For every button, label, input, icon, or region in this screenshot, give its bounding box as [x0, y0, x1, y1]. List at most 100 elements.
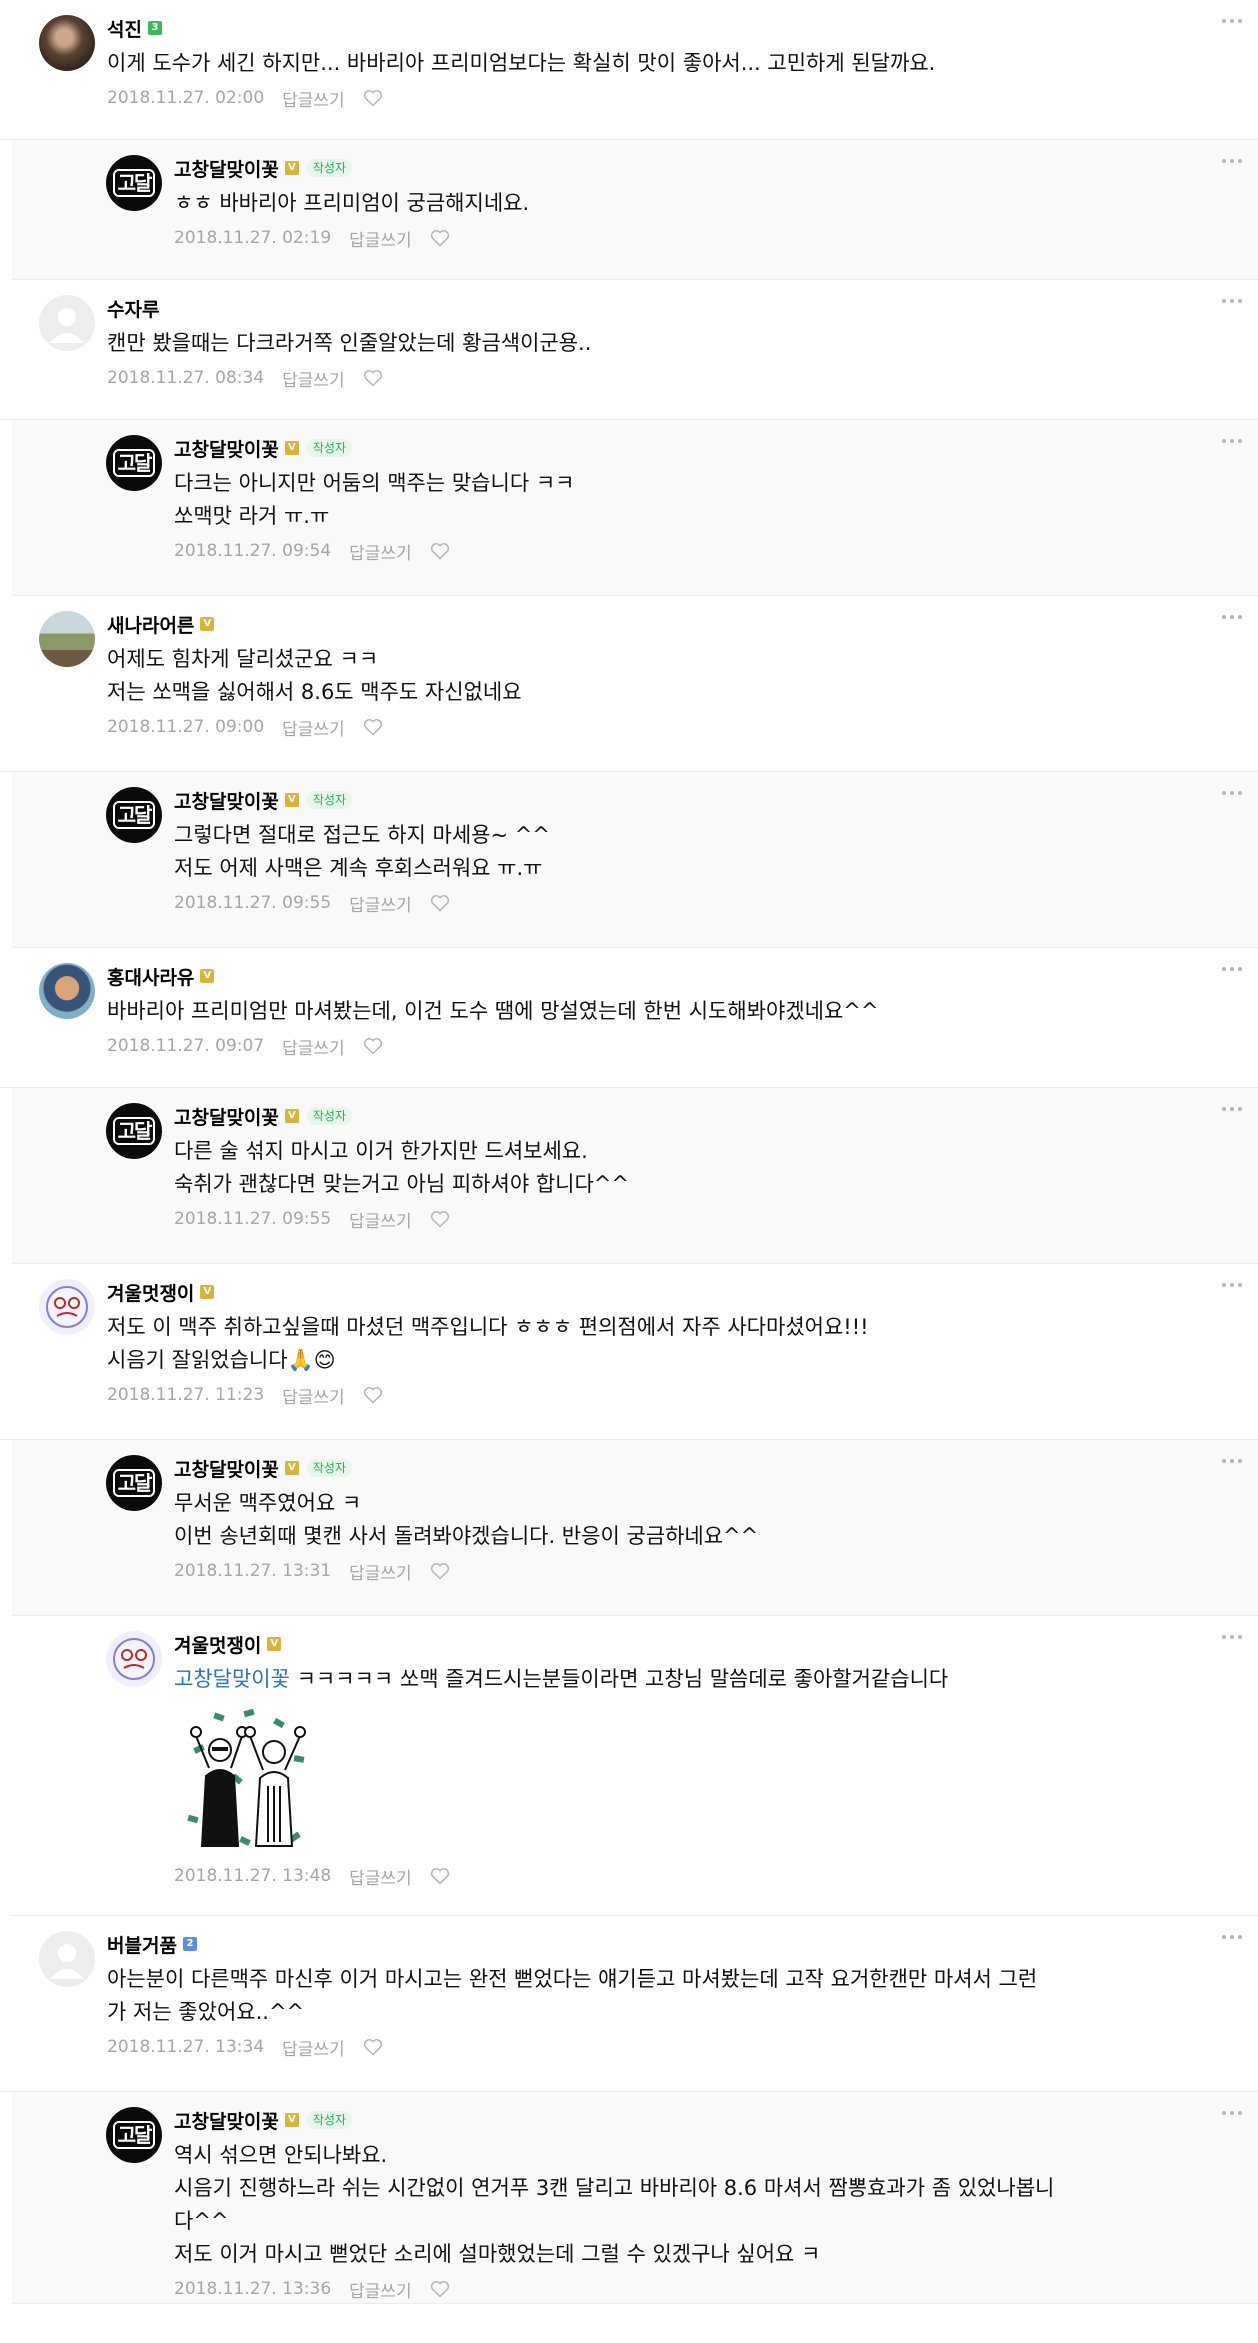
comment-text: 고창달맞이꽃 ㅋㅋㅋㅋㅋ 쏘맥 즐겨드시는분들이라면 고창님 말씀데로 좋아할거…: [174, 1663, 1228, 1696]
more-options-icon[interactable]: [1220, 156, 1244, 166]
reply-button[interactable]: 답글쓰기: [282, 2035, 345, 2060]
author-logo: 고달: [112, 1117, 156, 1145]
comment-date: 2018.11.27. 13:34: [107, 2037, 265, 2057]
nickname[interactable]: 홍대사라유: [107, 963, 194, 990]
avatar[interactable]: [39, 1279, 95, 1335]
more-options-icon[interactable]: [1220, 436, 1244, 446]
nickname[interactable]: 새나라어른: [107, 611, 194, 638]
reply-button[interactable]: 답글쓰기: [349, 1559, 412, 1584]
comment-date: 2018.11.27. 09:55: [174, 1209, 332, 1229]
comment-date: 2018.11.27. 09:54: [174, 541, 332, 561]
comment-date: 2018.11.27. 13:36: [174, 2279, 332, 2299]
avatar[interactable]: 고달: [106, 435, 162, 491]
heart-icon[interactable]: [363, 89, 383, 107]
heart-icon[interactable]: [363, 718, 383, 736]
heart-icon[interactable]: [430, 2280, 450, 2298]
author-logo: 고달: [112, 2121, 156, 2149]
reply-button[interactable]: 답글쓰기: [349, 539, 412, 564]
more-options-icon[interactable]: [1220, 788, 1244, 798]
avatar[interactable]: [39, 1931, 95, 1987]
reply-button[interactable]: 답글쓰기: [282, 366, 345, 391]
avatar[interactable]: [39, 295, 95, 351]
avatar[interactable]: 고달: [106, 1103, 162, 1159]
author-tag: 작성자: [306, 1107, 353, 1125]
nickname[interactable]: 고창달맞이꽃: [174, 1455, 279, 1482]
reply-button[interactable]: 답글쓰기: [349, 1864, 412, 1889]
avatar[interactable]: [106, 1631, 162, 1687]
nickname[interactable]: 고창달맞이꽃: [174, 435, 279, 462]
comment-date: 2018.11.27. 09:00: [107, 717, 265, 737]
comment-text: ㅎㅎ 바바리아 프리미엄이 궁금해지네요.: [174, 191, 530, 215]
author-tag: 작성자: [306, 159, 353, 177]
comment-text: 역시 섞으면 안되나봐요. 시음기 진행하느라 쉬는 시간없이 연거푸 3캔 달…: [174, 2143, 1055, 2266]
heart-icon[interactable]: [430, 1210, 450, 1228]
nickname[interactable]: 고창달맞이꽃: [174, 1103, 279, 1130]
heart-icon[interactable]: [363, 369, 383, 387]
more-options-icon[interactable]: [1220, 612, 1244, 622]
comment-text: 그렇다면 절대로 접근도 하지 마세용~ ^^ 저도 어제 사맥은 계속 후회스…: [174, 823, 550, 880]
author-logo: 고달: [112, 801, 156, 829]
more-options-icon[interactable]: [1220, 1456, 1244, 1466]
heart-icon[interactable]: [363, 1386, 383, 1404]
heart-icon[interactable]: [363, 1037, 383, 1055]
reply-item: 겨울멋쟁이 V 고창달맞이꽃 ㅋㅋㅋㅋㅋ 쏘맥 즐겨드시는분들이라면 고창님 말…: [12, 1616, 1258, 1916]
nickname[interactable]: 수자루: [107, 295, 159, 322]
reply-button[interactable]: 답글쓰기: [349, 1207, 412, 1232]
cartoon-avatar-icon: [113, 1638, 155, 1680]
author-logo: 고달: [112, 449, 156, 477]
heart-icon[interactable]: [430, 229, 450, 247]
reply-button[interactable]: 답글쓰기: [282, 715, 345, 740]
comment-text: 어제도 힘차게 달리셨군요 ㅋㅋ 저는 쏘맥을 싫어해서 8.6도 맥주도 자신…: [107, 647, 522, 704]
more-options-icon[interactable]: [1220, 16, 1244, 26]
level-badge: 3: [147, 21, 162, 35]
heart-icon[interactable]: [430, 1562, 450, 1580]
more-options-icon[interactable]: [1220, 296, 1244, 306]
comment-date: 2018.11.27. 13:48: [174, 1866, 332, 1886]
reply-button[interactable]: 답글쓰기: [282, 1034, 345, 1059]
reply-button[interactable]: 답글쓰기: [282, 86, 345, 111]
more-options-icon[interactable]: [1220, 2108, 1244, 2118]
avatar[interactable]: 고달: [106, 155, 162, 211]
cartoon-avatar-icon: [46, 1286, 88, 1328]
vip-badge: V: [284, 1461, 299, 1475]
vip-badge: V: [284, 161, 299, 175]
nickname[interactable]: 겨울멋쟁이: [174, 1631, 261, 1658]
avatar[interactable]: [39, 611, 95, 667]
more-options-icon[interactable]: [1220, 1280, 1244, 1290]
more-options-icon[interactable]: [1220, 1632, 1244, 1642]
nickname[interactable]: 석진: [107, 15, 142, 42]
reply-item: 고달 고창달맞이꽃 V 작성자 ㅎㅎ 바바리아 프리미엄이 궁금해지네요. 20…: [12, 140, 1258, 280]
avatar[interactable]: [39, 15, 95, 71]
heart-icon[interactable]: [430, 894, 450, 912]
reply-button[interactable]: 답글쓰기: [282, 1383, 345, 1408]
nickname[interactable]: 고창달맞이꽃: [174, 787, 279, 814]
author-logo: 고달: [112, 1469, 156, 1497]
nickname[interactable]: 고창달맞이꽃: [174, 155, 279, 182]
comment-text: 아는분이 다른맥주 마신후 이거 마시고는 완전 뻗었다는 얘기듣고 마셔봤는데…: [107, 1967, 1038, 2024]
reply-button[interactable]: 답글쓰기: [349, 226, 412, 251]
comment-text: 바바리아 프리미엄만 마셔봤는데, 이건 도수 땜에 망설였는데 한번 시도해봐…: [107, 999, 879, 1023]
heart-icon[interactable]: [430, 542, 450, 560]
author-tag: 작성자: [306, 439, 353, 457]
comment-item: 버블거품 2 아는분이 다른맥주 마신후 이거 마시고는 완전 뻗었다는 얘기듣…: [0, 1916, 1258, 2092]
mention-link[interactable]: 고창달맞이꽃: [174, 1667, 290, 1691]
comment-item: 홍대사라유 V 바바리아 프리미엄만 마셔봤는데, 이건 도수 땜에 망설였는데…: [0, 948, 1258, 1088]
more-options-icon[interactable]: [1220, 1104, 1244, 1114]
avatar[interactable]: 고달: [106, 2107, 162, 2163]
reply-button[interactable]: 답글쓰기: [349, 2277, 412, 2302]
nickname[interactable]: 버블거품: [107, 1931, 177, 1958]
nickname[interactable]: 겨울멋쟁이: [107, 1279, 194, 1306]
avatar[interactable]: [39, 963, 95, 1019]
avatar[interactable]: 고달: [106, 1455, 162, 1511]
avatar[interactable]: 고달: [106, 787, 162, 843]
more-options-icon[interactable]: [1220, 1932, 1244, 1942]
nickname[interactable]: 고창달맞이꽃: [174, 2107, 279, 2134]
reply-item: 고달 고창달맞이꽃 V 작성자 그렇다면 절대로 접근도 하지 마세용~ ^^ …: [12, 772, 1258, 948]
heart-icon[interactable]: [363, 2038, 383, 2056]
more-options-icon[interactable]: [1220, 964, 1244, 974]
reply-button[interactable]: 답글쓰기: [349, 891, 412, 916]
comment-date: 2018.11.27. 02:19: [174, 228, 332, 248]
comment-text: 저도 이 맥주 취하고싶을때 마셨던 맥주입니다 ㅎㅎㅎ 편의점에서 자주 사다…: [107, 1315, 869, 1372]
comment-text: 캔만 봤을때는 다크라거쪽 인줄알았는데 황금색이군용..: [107, 331, 592, 355]
heart-icon[interactable]: [430, 1867, 450, 1885]
